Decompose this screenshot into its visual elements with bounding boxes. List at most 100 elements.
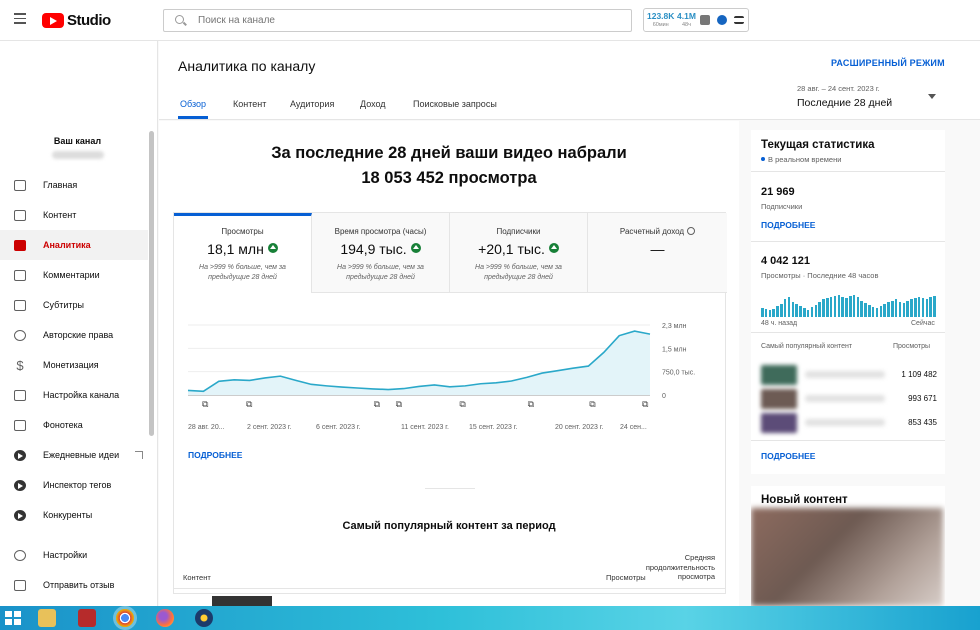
info-icon[interactable] (687, 227, 696, 235)
hourly-bar (868, 304, 871, 317)
sidebar-item-comments[interactable]: Комментарии (0, 260, 148, 290)
tab-content[interactable]: Контент (233, 99, 266, 109)
video-thumbnail[interactable] (212, 596, 272, 606)
column-header-content[interactable]: Контент (183, 573, 211, 582)
youtube-logo-icon (42, 13, 64, 28)
sidebar-item-dashboard[interactable]: Главная (0, 170, 148, 200)
sidebar-item-label: Настройка канала (43, 390, 120, 400)
firefox-icon[interactable] (156, 609, 174, 627)
menu-icon[interactable] (14, 13, 26, 25)
sidebar-item-audio-library[interactable]: Фонотека (0, 410, 148, 440)
file-explorer-icon[interactable] (38, 609, 56, 627)
top-content-more-link[interactable]: ПОДРОБНЕЕ (761, 451, 815, 461)
hourly-bar (837, 295, 841, 317)
top-content-row[interactable]: 1 109 482 (761, 365, 937, 387)
top-bar: Studio 123.8K60мин 4.1M48ч (0, 0, 980, 41)
metric-card-views[interactable]: Просмотры 18,1 млн На >999 % больше, чем… (174, 213, 312, 293)
sidebar-item-feedback[interactable]: Отправить отзыв (0, 570, 148, 600)
row-views: 1 109 482 (901, 370, 937, 379)
tab-overview[interactable]: Обзор (180, 99, 206, 109)
page-title: Аналитика по каналу (178, 58, 316, 74)
metric-note: На >999 % больше, чем за предыдущие 28 д… (475, 264, 562, 281)
top-content-row[interactable]: 853 435 (761, 413, 937, 435)
hourly-bar (879, 306, 883, 317)
subtitles-icon (14, 299, 26, 311)
hourly-bar (780, 303, 783, 317)
x-tick-label: 6 сент. 2023 г. (316, 424, 361, 431)
new-video-thumbnail[interactable] (751, 508, 943, 606)
realtime-more-link[interactable]: ПОДРОБНЕЕ (761, 220, 815, 230)
windows-start-icon[interactable] (5, 611, 21, 625)
chrome-icon[interactable] (116, 609, 134, 627)
advanced-mode-button[interactable]: РАСШИРЕННЫЙ РЕЖИМ (831, 58, 945, 68)
sidebar-item-settings[interactable]: Настройки (0, 540, 148, 570)
chart-icon[interactable] (700, 15, 710, 25)
hourly-bar (910, 299, 913, 317)
sidebar-item-tag-inspector[interactable]: Инспектор тегов (0, 470, 148, 500)
upload-marker-icon: ⧉ (246, 399, 253, 409)
hourly-bar (761, 308, 764, 317)
views-48h-value: 4 042 121 (761, 255, 810, 267)
copyright-icon (14, 329, 26, 341)
sidebar-item-competitors[interactable]: Конкуренты (0, 500, 148, 530)
studio-logo[interactable]: Studio (42, 12, 111, 29)
upload-marker-icon: ⧉ (642, 399, 649, 409)
more-link[interactable]: ПОДРОБНЕЕ (188, 450, 242, 460)
video-title-blurred (805, 371, 885, 378)
sidebar: Ваш канал Главная Контент Аналитика Комм… (0, 41, 158, 606)
x-tick-label: 20 сент. 2023 г. (555, 424, 604, 431)
vidiq-icon[interactable] (717, 15, 727, 25)
hourly-bar (829, 297, 833, 317)
sidebar-item-customization[interactable]: Настройка канала (0, 380, 148, 410)
metric-value: +20,1 тыс. (450, 241, 587, 257)
app-icon[interactable] (195, 609, 213, 627)
hourly-bar (845, 298, 848, 317)
sidebar-item-analytics[interactable]: Аналитика (0, 230, 148, 260)
metric-card-revenue[interactable]: Расчетный доход — (588, 213, 727, 293)
sidebar-item-copyright[interactable]: Авторские права (0, 320, 148, 350)
app-icon[interactable] (78, 609, 96, 627)
tab-revenue[interactable]: Доход (360, 99, 386, 109)
metric-title: Просмотры (221, 227, 264, 236)
windows-taskbar (0, 606, 980, 630)
video-thumbnail (761, 413, 797, 433)
hourly-bar (818, 301, 821, 317)
active-tab-indicator (178, 116, 208, 119)
menu-icon[interactable] (734, 16, 744, 24)
metric-card-watch-time[interactable]: Время просмотра (часы) 194,9 тыс. На >99… (312, 213, 450, 293)
metric-title: Подписчики (496, 227, 541, 236)
column-header-avg-duration[interactable]: Средняя продолжительность просмотра (629, 553, 715, 582)
top-content-row[interactable]: 993 671 (761, 389, 937, 411)
wand-icon (14, 389, 26, 401)
hourly-bar (875, 308, 879, 317)
sidebar-item-daily-ideas[interactable]: Ежедневные идеи (0, 440, 148, 470)
divider (751, 241, 945, 242)
overview-panel: За последние 28 дней ваши видео набрали … (159, 121, 739, 606)
sidebar-item-label: Фонотека (43, 420, 83, 430)
hourly-bar (849, 296, 852, 317)
hourly-bar (826, 298, 829, 317)
search-input[interactable] (198, 15, 618, 26)
sidebar-item-label: Контент (43, 210, 77, 220)
subscribers-label: Подписчики (761, 202, 803, 211)
sidebar-item-monetization[interactable]: $ Монетизация (0, 350, 148, 380)
sidebar-scrollbar[interactable] (149, 131, 154, 436)
sidebar-item-content[interactable]: Контент (0, 200, 148, 230)
hourly-bar (887, 301, 890, 317)
extension-stats-widget[interactable]: 123.8K 60мин 4.1M 48ч (643, 8, 749, 32)
date-period-selector[interactable]: Последние 28 дней (797, 97, 892, 109)
sidebar-item-label: Монетизация (43, 360, 99, 370)
tab-audience[interactable]: Аудитория (290, 99, 334, 109)
views-48h-label: Просмотры · Последние 48 часов (761, 271, 879, 280)
top-content-header: Самый популярный контент (761, 343, 853, 350)
ext-stat-48h: 4.1M 48ч (677, 11, 696, 29)
metric-card-subscribers[interactable]: Подписчики +20,1 тыс. На >999 % больше, … (450, 213, 588, 293)
hourly-bar (799, 306, 802, 317)
tab-search-queries[interactable]: Поисковые запросы (413, 99, 497, 109)
search-box[interactable] (163, 9, 632, 32)
dropdown-caret-icon[interactable] (928, 94, 936, 99)
realtime-card: Текущая статистика В реальном времени 21… (751, 130, 945, 474)
x-tick-label: 11 сент. 2023 г. (401, 424, 449, 431)
sidebar-item-subtitles[interactable]: Субтитры (0, 290, 148, 320)
sidebar-item-label: Инспектор тегов (43, 480, 112, 490)
